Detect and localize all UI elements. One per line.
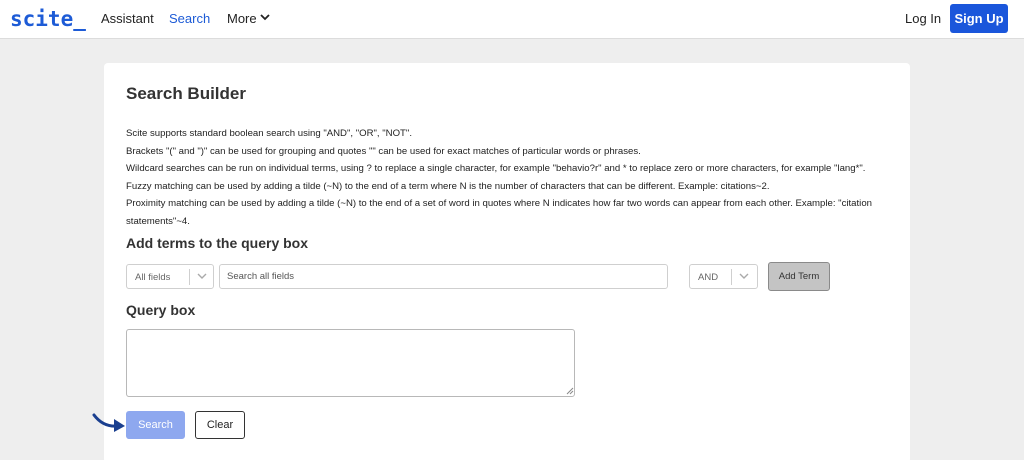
nav-assistant[interactable]: Assistant [101, 11, 154, 26]
nav-more-label: More [227, 11, 257, 26]
signup-button[interactable]: Sign Up [950, 4, 1008, 33]
select-divider [731, 269, 732, 285]
operator-select[interactable]: AND [689, 264, 758, 289]
add-term-button[interactable]: Add Term [768, 262, 830, 291]
pointer-arrow-icon [92, 413, 125, 432]
help-line: Scite supports standard boolean search u… [126, 128, 412, 139]
help-line: Brackets "(" and ")" can be used for gro… [126, 145, 641, 157]
search-button[interactable]: Search [126, 411, 185, 439]
login-link[interactable]: Log In [905, 11, 941, 26]
nav-more[interactable]: More [227, 11, 270, 26]
query-box-heading: Query box [126, 302, 196, 318]
help-line: Wildcard searches can be run on individu… [126, 163, 866, 175]
page-title: Search Builder [126, 84, 246, 103]
help-line: Fuzzy matching can be used by adding a t… [126, 180, 770, 192]
top-nav-bar: scite_ Assistant Search More Log In Sign… [0, 0, 1024, 39]
clear-button[interactable]: Clear [195, 411, 245, 439]
field-select[interactable]: All fields [126, 264, 214, 289]
chevron-down-icon [197, 273, 207, 279]
nav-search[interactable]: Search [169, 11, 210, 26]
chevron-down-icon [260, 14, 270, 21]
help-line: Proximity matching can be used by adding… [126, 198, 872, 227]
select-divider [189, 269, 190, 285]
chevron-down-icon [739, 273, 749, 279]
search-builder-card: Search Builder Scite supports standard b… [104, 63, 910, 460]
add-terms-heading: Add terms to the query box [126, 235, 309, 251]
query-box-textarea[interactable] [126, 329, 575, 397]
scite-logo[interactable]: scite_ [10, 7, 86, 31]
search-help-text: Scite supports standard boolean search u… [126, 125, 906, 231]
term-input[interactable] [219, 264, 668, 289]
field-select-value: All fields [135, 272, 171, 283]
resize-handle-icon[interactable] [566, 387, 574, 395]
operator-select-value: AND [698, 272, 719, 283]
